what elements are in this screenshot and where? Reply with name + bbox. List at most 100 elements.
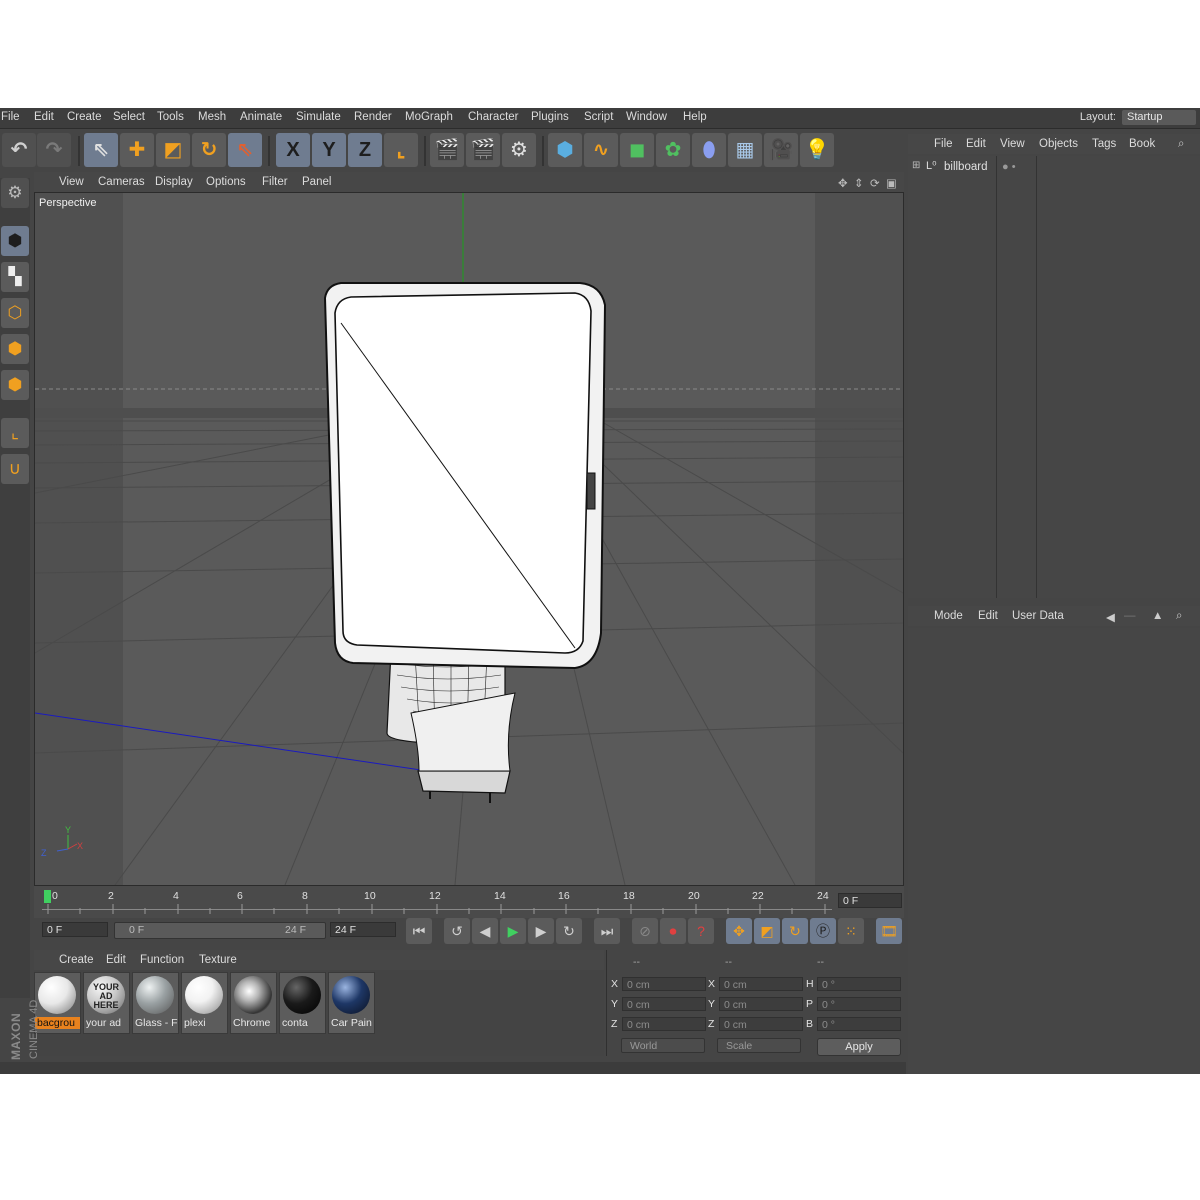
polygons-mode-button[interactable]: ⬢	[1, 370, 29, 400]
x-axis-lock-button[interactable]: X	[276, 133, 310, 167]
timeline-window-button[interactable]: 🎞	[876, 918, 902, 944]
menu-script[interactable]: Script	[584, 111, 613, 123]
object-name[interactable]: billboard	[944, 161, 987, 173]
key-parameter-button[interactable]: Ⓟ	[810, 918, 836, 944]
viewport-menu-cameras[interactable]: Cameras	[98, 176, 145, 188]
material-menu-function[interactable]: Function	[140, 954, 184, 966]
material-menu-texture[interactable]: Texture	[199, 954, 237, 966]
layout-dropdown[interactable]: Startup	[1122, 110, 1196, 125]
viewport-rotate-icon[interactable]: ⟳	[870, 176, 880, 190]
material-swatch[interactable]: Car Pain	[328, 972, 375, 1034]
apply-button[interactable]: Apply	[817, 1038, 901, 1056]
record-position-button[interactable]: ⊘	[632, 918, 658, 944]
material-swatch[interactable]: Chrome	[230, 972, 277, 1034]
render-view-button[interactable]: 🎬	[430, 133, 464, 167]
up-arrow-icon[interactable]: ▲	[1152, 610, 1163, 622]
add-cube-button[interactable]: ⬢	[548, 133, 582, 167]
coordinate-mode-dropdown[interactable]: Scale	[717, 1038, 801, 1053]
rotation-h-field[interactable]: 0 °	[817, 977, 901, 991]
render-settings-button[interactable]: ⚙	[502, 133, 536, 167]
coordinate-system-button[interactable]: ⌞	[384, 133, 418, 167]
recent-tool-button[interactable]: ⇖	[228, 133, 262, 167]
key-scale-button[interactable]: ◩	[754, 918, 780, 944]
autokey-button[interactable]: ?	[688, 918, 714, 944]
size-x-field[interactable]: 0 cm	[719, 977, 803, 991]
menu-simulate[interactable]: Simulate	[296, 111, 341, 123]
menu-window[interactable]: Window	[626, 111, 667, 123]
object-row[interactable]: ⊞ L⁰ billboard ● •	[908, 158, 1200, 176]
size-y-field[interactable]: 0 cm	[719, 997, 803, 1011]
attribute-menu-mode[interactable]: Mode	[934, 610, 963, 622]
menu-mesh[interactable]: Mesh	[198, 111, 226, 123]
rotation-b-field[interactable]: 0 °	[817, 1017, 901, 1031]
model-mode-button[interactable]: ⬢	[1, 226, 29, 256]
viewport-zoom-icon[interactable]: ⇕	[854, 176, 864, 190]
make-editable-button[interactable]: ⚙	[1, 178, 29, 208]
forward-arrow-icon[interactable]: —	[1124, 610, 1136, 622]
menu-edit[interactable]: Edit	[34, 111, 54, 123]
add-array-button[interactable]: ✿	[656, 133, 690, 167]
position-x-field[interactable]: 0 cm	[622, 977, 706, 991]
object-menu-file[interactable]: File	[934, 138, 953, 150]
edges-mode-button[interactable]: ⬢	[1, 334, 29, 364]
add-nurbs-button[interactable]: ◼	[620, 133, 654, 167]
previous-key-button[interactable]: ↺	[444, 918, 470, 944]
object-menu-tags[interactable]: Tags	[1092, 138, 1116, 150]
frame-range-slider[interactable]: 0 F 24 F	[114, 922, 326, 939]
y-axis-lock-button[interactable]: Y	[312, 133, 346, 167]
axis-mode-button[interactable]: ⌞	[1, 418, 29, 448]
key-rotation-button[interactable]: ↻	[782, 918, 808, 944]
render-picture-viewer-button[interactable]: 🎬	[466, 133, 500, 167]
back-arrow-icon[interactable]: ◀	[1106, 610, 1115, 624]
material-swatch[interactable]: bacgrou	[34, 972, 81, 1034]
visibility-dots-icon[interactable]: ● •	[1002, 161, 1016, 173]
add-deformer-button[interactable]: ⬮	[692, 133, 726, 167]
coordinate-space-dropdown[interactable]: World	[621, 1038, 705, 1053]
material-swatch[interactable]: YOUR AD HERE your ad	[83, 972, 130, 1034]
object-menu-edit[interactable]: Edit	[966, 138, 986, 150]
undo-button[interactable]: ↶	[2, 133, 36, 167]
object-menu-view[interactable]: View	[1000, 138, 1025, 150]
viewport-menu-panel[interactable]: Panel	[302, 176, 331, 188]
next-key-button[interactable]: ↻	[556, 918, 582, 944]
points-mode-button[interactable]: ⬡	[1, 298, 29, 328]
timeline-ruler[interactable]: 0 2 4 6 8 10 12 14 16 18 20 22 24 0 F	[34, 886, 904, 918]
key-pla-button[interactable]: ⁙	[838, 918, 864, 944]
key-position-button[interactable]: ✥	[726, 918, 752, 944]
viewport-menu-display[interactable]: Display	[155, 176, 193, 188]
menu-select[interactable]: Select	[113, 111, 145, 123]
live-selection-button[interactable]: ⇖	[84, 133, 118, 167]
next-frame-button[interactable]: ▶	[528, 918, 554, 944]
material-menu-edit[interactable]: Edit	[106, 954, 126, 966]
attribute-menu-user-data[interactable]: User Data	[1012, 610, 1064, 622]
menu-file[interactable]: File	[1, 111, 20, 123]
go-to-start-button[interactable]: ⏮	[406, 918, 432, 944]
perspective-viewport[interactable]: Y X Z Perspective	[34, 192, 904, 886]
search-icon[interactable]: ⌕	[1176, 610, 1182, 623]
start-frame-field[interactable]: 0 F	[42, 922, 108, 937]
menu-animate[interactable]: Animate	[240, 111, 282, 123]
viewport-menu-view[interactable]: View	[59, 176, 84, 188]
material-swatch[interactable]: conta	[279, 972, 326, 1034]
menu-help[interactable]: Help	[683, 111, 707, 123]
material-swatch[interactable]: Glass - F	[132, 972, 179, 1034]
add-light-button[interactable]: 💡	[800, 133, 834, 167]
viewport-menu-filter[interactable]: Filter	[262, 176, 288, 188]
end-frame-field[interactable]: 24 F	[330, 922, 396, 937]
object-menu-book[interactable]: Book	[1129, 138, 1155, 150]
play-button[interactable]: ▶	[500, 918, 526, 944]
rotate-tool-button[interactable]: ↻	[192, 133, 226, 167]
viewport-layout-icon[interactable]: ▣	[886, 176, 897, 190]
add-floor-button[interactable]: ▦	[728, 133, 762, 167]
menu-render[interactable]: Render	[354, 111, 392, 123]
size-z-field[interactable]: 0 cm	[719, 1017, 803, 1031]
viewport-move-icon[interactable]: ✥	[838, 176, 848, 190]
redo-button[interactable]: ↷	[37, 133, 71, 167]
menu-character[interactable]: Character	[468, 111, 519, 123]
previous-frame-button[interactable]: ◀	[472, 918, 498, 944]
texture-mode-button[interactable]: ▚	[1, 262, 29, 292]
menu-tools[interactable]: Tools	[157, 111, 184, 123]
record-button[interactable]: ⏺	[660, 918, 686, 944]
scale-tool-button[interactable]: ◩	[156, 133, 190, 167]
add-camera-button[interactable]: 🎥	[764, 133, 798, 167]
